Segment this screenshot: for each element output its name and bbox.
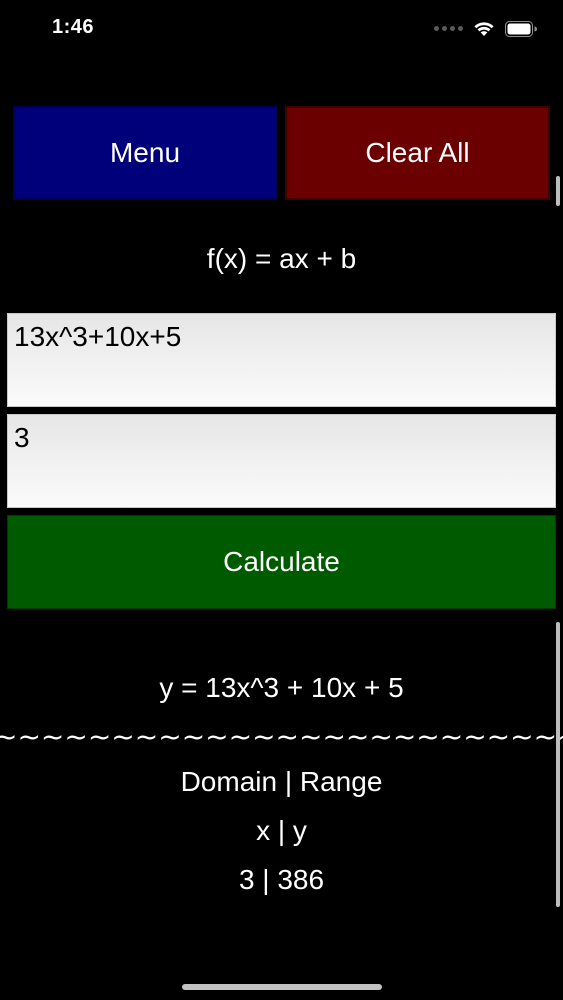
wifi-icon xyxy=(474,22,494,36)
expression-input[interactable]: 13x^3+10x+5 xyxy=(7,313,556,407)
clear-all-button-label: Clear All xyxy=(365,137,470,168)
battery-icon xyxy=(505,20,537,37)
table-title: Domain | Range xyxy=(180,766,383,797)
calculate-button[interactable]: Calculate xyxy=(7,515,556,609)
clear-all-button[interactable]: Clear All xyxy=(285,106,550,200)
status-time: 1:46 xyxy=(52,16,95,38)
formula-template: f(x) = ax + b xyxy=(206,243,357,274)
separator: ~~~~~~~~~~~~~~~~~~~~~~~~~~~~~~~~~~~~~~ xyxy=(0,720,563,753)
status-bar: 1:46 xyxy=(0,0,563,60)
signal-dots-icon xyxy=(434,26,463,31)
x-value-input[interactable]: 3 xyxy=(7,414,556,508)
menu-button-label: Menu xyxy=(109,137,181,168)
menu-button[interactable]: Menu xyxy=(13,106,277,200)
status-icons xyxy=(434,20,537,37)
home-indicator[interactable] xyxy=(182,984,382,990)
table-row: 3 | 386 xyxy=(238,864,325,895)
scroll-indicator-top[interactable] xyxy=(556,176,560,206)
calculate-button-label: Calculate xyxy=(223,546,340,577)
table-header: x | y xyxy=(256,815,307,846)
result-equation: y = 13x^3 + 10x + 5 xyxy=(159,672,404,703)
